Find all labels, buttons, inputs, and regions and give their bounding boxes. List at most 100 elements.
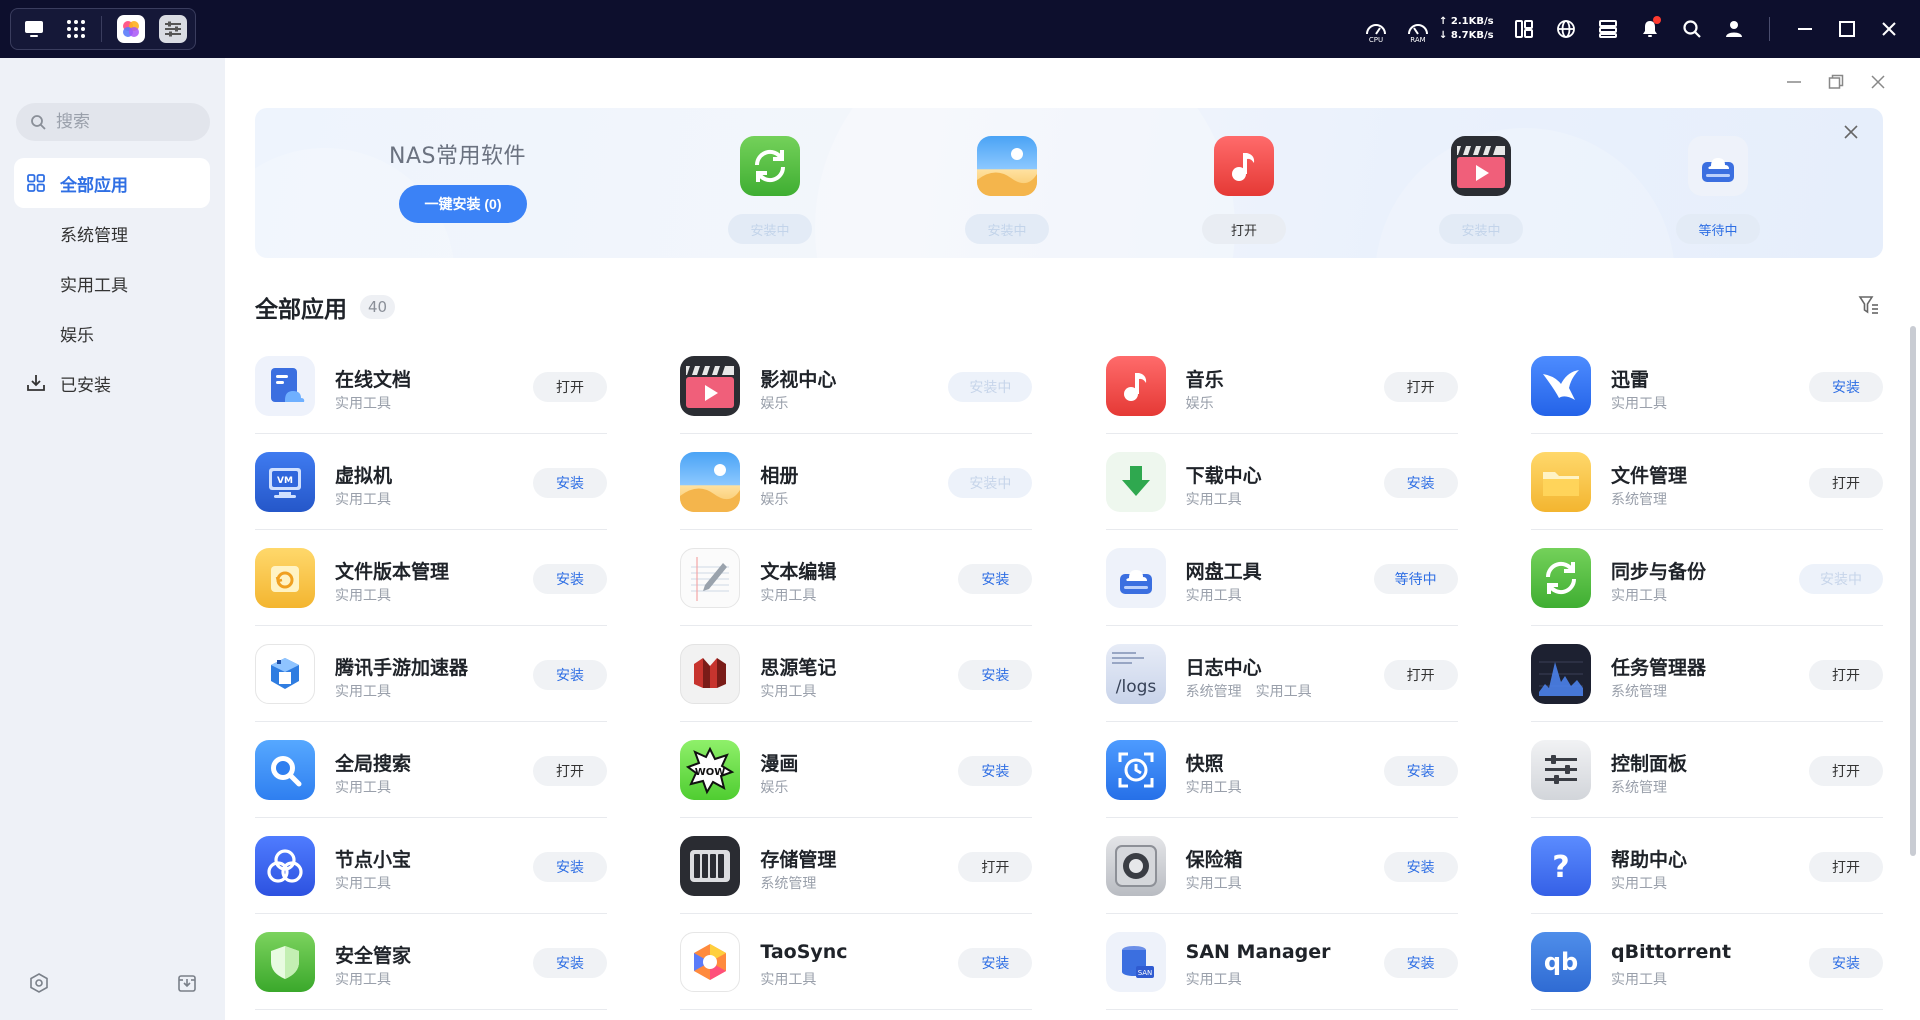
app-grid-icon[interactable]: [57, 10, 95, 48]
app-action-button[interactable]: 安装: [1808, 372, 1883, 402]
app-card[interactable]: 相册 娱乐 安装中: [680, 434, 1033, 530]
user-avatar-icon[interactable]: [1713, 0, 1755, 58]
app-center-icon[interactable]: [112, 10, 150, 48]
app-card[interactable]: ? 帮助中心 实用工具 打开: [1530, 818, 1883, 914]
search-box[interactable]: [16, 103, 210, 141]
app-category: 实用工具: [335, 780, 391, 796]
app-action-button[interactable]: 安装中: [1798, 564, 1883, 594]
app-action-button[interactable]: 安装: [1383, 468, 1458, 498]
app-action-button[interactable]: 安装: [533, 468, 607, 498]
app-card[interactable]: 在线文档 实用工具 打开: [255, 338, 607, 434]
sidebar-item-system[interactable]: 系统管理: [14, 208, 210, 258]
app-card[interactable]: 快照 实用工具 安装: [1105, 722, 1458, 818]
minimize-icon[interactable]: [1784, 0, 1826, 58]
desktop-icon[interactable]: [15, 10, 53, 48]
node-icon: [255, 836, 315, 896]
app-action-button[interactable]: 安装: [958, 564, 1033, 594]
app-action-button[interactable]: 安装: [1383, 948, 1458, 978]
app-name: 任务管理器: [1610, 657, 1706, 679]
app-action-button[interactable]: 安装: [533, 660, 607, 690]
app-card[interactable]: 任务管理器 系统管理 打开: [1530, 626, 1883, 722]
restore-icon[interactable]: [1824, 70, 1848, 94]
app-action-button[interactable]: 安装中: [948, 372, 1033, 402]
app-card[interactable]: 文本编辑 实用工具 安装: [680, 530, 1033, 626]
app-card[interactable]: SAN SAN Manager 实用工具 安装: [1105, 914, 1458, 1010]
app-action-button[interactable]: 打开: [1808, 468, 1883, 498]
app-action-button[interactable]: 安装: [533, 852, 607, 882]
app-action-button[interactable]: 打开: [533, 372, 607, 402]
app-action-button[interactable]: 等待中: [1373, 564, 1458, 594]
app-card[interactable]: 迅雷 实用工具 安装: [1530, 338, 1883, 434]
app-action-button[interactable]: 打开: [533, 756, 607, 786]
app-card[interactable]: 文件管理 系统管理 打开: [1530, 434, 1883, 530]
app-card[interactable]: 音乐 娱乐 打开: [1105, 338, 1458, 434]
install-all-button[interactable]: 一键安装 (0): [399, 185, 527, 223]
network-globe-icon[interactable]: [1545, 0, 1587, 58]
app-action-button[interactable]: 安装: [958, 756, 1033, 786]
banner-app-cloud-drive[interactable]: 等待中: [1676, 136, 1760, 244]
app-action-button[interactable]: 安装: [533, 948, 607, 978]
app-action-button[interactable]: 安装: [958, 660, 1033, 690]
app-card[interactable]: 存储管理 系统管理 打开: [680, 818, 1033, 914]
app-card[interactable]: 安全管家 实用工具 安装: [255, 914, 607, 1010]
search-icon[interactable]: [1671, 0, 1713, 58]
app-card[interactable]: 腾讯手游加速器 实用工具 安装: [255, 626, 607, 722]
app-card[interactable]: 控制面板 系统管理 打开: [1530, 722, 1883, 818]
app-card[interactable]: 保险箱 实用工具 安装: [1105, 818, 1458, 914]
app-action-button[interactable]: 安装: [1383, 756, 1458, 786]
app-card[interactable]: WOW 漫画 娱乐 安装: [680, 722, 1033, 818]
app-card[interactable]: qb qBittorrent 实用工具 安装: [1530, 914, 1883, 1010]
sidebar-item-all-apps[interactable]: 全部应用: [14, 158, 210, 208]
app-action-button[interactable]: 安装: [1383, 852, 1458, 882]
banner-app-video-center[interactable]: 安装中: [1439, 136, 1523, 244]
app-action-button[interactable]: 打开: [1808, 660, 1883, 690]
app-card[interactable]: 全局搜索 实用工具 打开: [255, 722, 607, 818]
download-speed: 8.7KB/s: [1450, 30, 1494, 41]
app-card[interactable]: 文件版本管理 实用工具 安装: [255, 530, 607, 626]
app-card[interactable]: TaoSync 实用工具 安装: [680, 914, 1033, 1010]
close-icon[interactable]: [1839, 120, 1863, 144]
app-action-button[interactable]: 打开: [1383, 372, 1458, 402]
manual-install-icon[interactable]: [176, 972, 198, 998]
network-speed[interactable]: ↑ 2.1KB/s ↓ 8.7KB/s: [1439, 0, 1503, 58]
app-action-button[interactable]: 安装: [958, 948, 1033, 978]
maximize-icon[interactable]: [1826, 0, 1868, 58]
banner-app-sync-backup[interactable]: 安装中: [728, 136, 812, 244]
minimize-icon[interactable]: [1782, 70, 1806, 94]
sidebar-item-utilities[interactable]: 实用工具: [14, 258, 210, 308]
app-action-button[interactable]: 打开: [1808, 852, 1883, 882]
app-action-button[interactable]: 安装中: [948, 468, 1033, 498]
app-card[interactable]: 节点小宝 实用工具 安装: [255, 818, 607, 914]
app-action-button[interactable]: 安装: [533, 564, 607, 594]
app-card[interactable]: 网盘工具 实用工具 等待中: [1105, 530, 1458, 626]
global-search-icon: [255, 740, 315, 800]
search-input[interactable]: [56, 112, 196, 132]
cpu-gauge-icon[interactable]: CPU: [1355, 0, 1397, 58]
sidebar-item-entertainment[interactable]: 娱乐: [14, 308, 210, 358]
filter-icon[interactable]: [1858, 294, 1880, 320]
app-card[interactable]: 下载中心 实用工具 安装: [1105, 434, 1458, 530]
ram-gauge-icon[interactable]: RAM: [1397, 0, 1439, 58]
app-action-button[interactable]: 打开: [1808, 756, 1883, 786]
app-card[interactable]: /logs 日志中心 系统管理 实用工具 打开: [1105, 626, 1458, 722]
control-panel-icon[interactable]: [154, 10, 192, 48]
app-card[interactable]: VM 虚拟机 实用工具 安装: [255, 434, 607, 530]
app-action-button[interactable]: 打开: [1383, 660, 1458, 690]
task-list-icon[interactable]: [1587, 0, 1629, 58]
scrollbar[interactable]: [1910, 326, 1916, 856]
app-card[interactable]: 思源笔记 实用工具 安装: [680, 626, 1033, 722]
banner-app-photos[interactable]: 安装中: [965, 136, 1049, 244]
app-action-button[interactable]: 安装: [1808, 948, 1883, 978]
app-card[interactable]: 同步与备份 实用工具 安装中: [1530, 530, 1883, 626]
app-category: 系统管理 实用工具: [1185, 684, 1312, 700]
app-action-button[interactable]: 打开: [958, 852, 1033, 882]
settings-icon[interactable]: [28, 972, 50, 998]
app-category: 系统管理: [1610, 492, 1667, 508]
close-icon[interactable]: [1868, 0, 1910, 58]
sidebar-item-installed[interactable]: 已安装: [14, 358, 210, 408]
notification-bell-icon[interactable]: [1629, 0, 1671, 58]
close-icon[interactable]: [1866, 70, 1890, 94]
app-card[interactable]: 影视中心 娱乐 安装中: [680, 338, 1033, 434]
widgets-icon[interactable]: [1503, 0, 1545, 58]
banner-app-music[interactable]: 打开: [1202, 136, 1286, 244]
